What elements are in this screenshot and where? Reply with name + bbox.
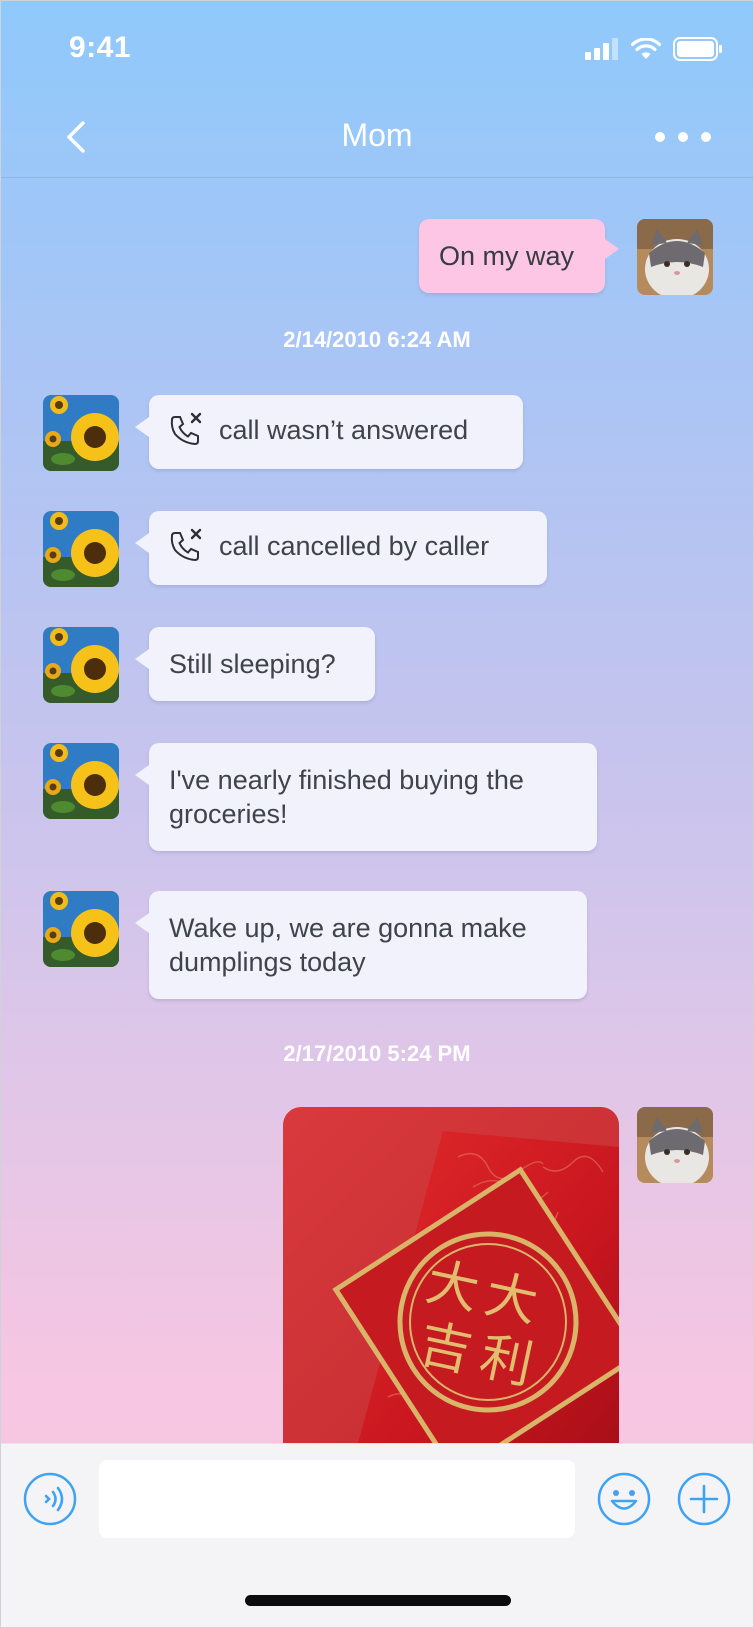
status-time: 9:41 (69, 31, 132, 64)
sunflower-avatar-image (43, 395, 119, 471)
contact-name: Mom (341, 117, 413, 153)
sunflower-avatar-image (43, 743, 119, 819)
incoming-message[interactable]: I've nearly finished buying the grocerie… (135, 743, 597, 851)
incoming-call-message[interactable]: call cancelled by caller (135, 511, 547, 585)
emoji-icon[interactable] (597, 1472, 651, 1526)
add-attachment-icon[interactable] (677, 1472, 731, 1526)
contact-avatar[interactable] (43, 395, 119, 471)
contact-avatar[interactable] (43, 627, 119, 703)
message-text: On my way (439, 241, 575, 271)
status-bar: 9:41 (1, 1, 753, 97)
timestamp: 2/17/2010 5:24 PM (283, 1041, 471, 1066)
cat-avatar-image (637, 1107, 713, 1183)
outgoing-message[interactable]: On my way (419, 219, 619, 293)
timestamp: 2/14/2010 6:24 AM (283, 327, 471, 352)
message-text-line: I've nearly finished buying the (169, 765, 524, 795)
contact-avatar[interactable] (43, 743, 119, 819)
sunflower-avatar-image (43, 891, 119, 967)
message-text-line: groceries! (169, 799, 288, 829)
more-options-icon[interactable] (653, 125, 713, 149)
cat-avatar-image (637, 219, 713, 295)
my-avatar[interactable] (637, 219, 713, 295)
battery-icon (673, 37, 722, 61)
message-text: Still sleeping? (169, 649, 336, 679)
voice-input-icon[interactable] (23, 1472, 77, 1526)
message-text: call wasn’t answered (219, 415, 469, 445)
sunflower-avatar-image (43, 627, 119, 703)
wifi-icon (631, 38, 661, 59)
message-text-line: dumplings today (169, 947, 366, 977)
signal-icon (585, 38, 618, 60)
home-indicator[interactable] (245, 1595, 511, 1606)
incoming-message[interactable]: Wake up, we are gonna make dumplings tod… (135, 891, 587, 999)
red-envelope-image: 大 大 吉 利 (283, 1107, 619, 1447)
my-avatar[interactable] (637, 1107, 713, 1183)
chat-screen: 9:41 Mom On my way 2/14/2010 6:24 AM cal… (0, 0, 754, 1628)
incoming-message[interactable]: Still sleeping? (135, 627, 375, 701)
sunflower-avatar-image (43, 511, 119, 587)
incoming-call-message[interactable]: call wasn’t answered (135, 395, 523, 469)
outgoing-image-message[interactable]: 大 大 吉 利 (283, 1107, 619, 1447)
status-icons (585, 37, 723, 61)
missed-call-icon (170, 412, 202, 446)
contact-avatar[interactable] (43, 891, 119, 967)
contact-avatar[interactable] (43, 511, 119, 587)
message-input[interactable] (99, 1460, 575, 1538)
missed-call-icon (170, 528, 202, 562)
message-text-line: Wake up, we are gonna make (169, 913, 527, 943)
message-text: call cancelled by caller (219, 531, 490, 561)
chat-header: Mom (1, 97, 753, 178)
